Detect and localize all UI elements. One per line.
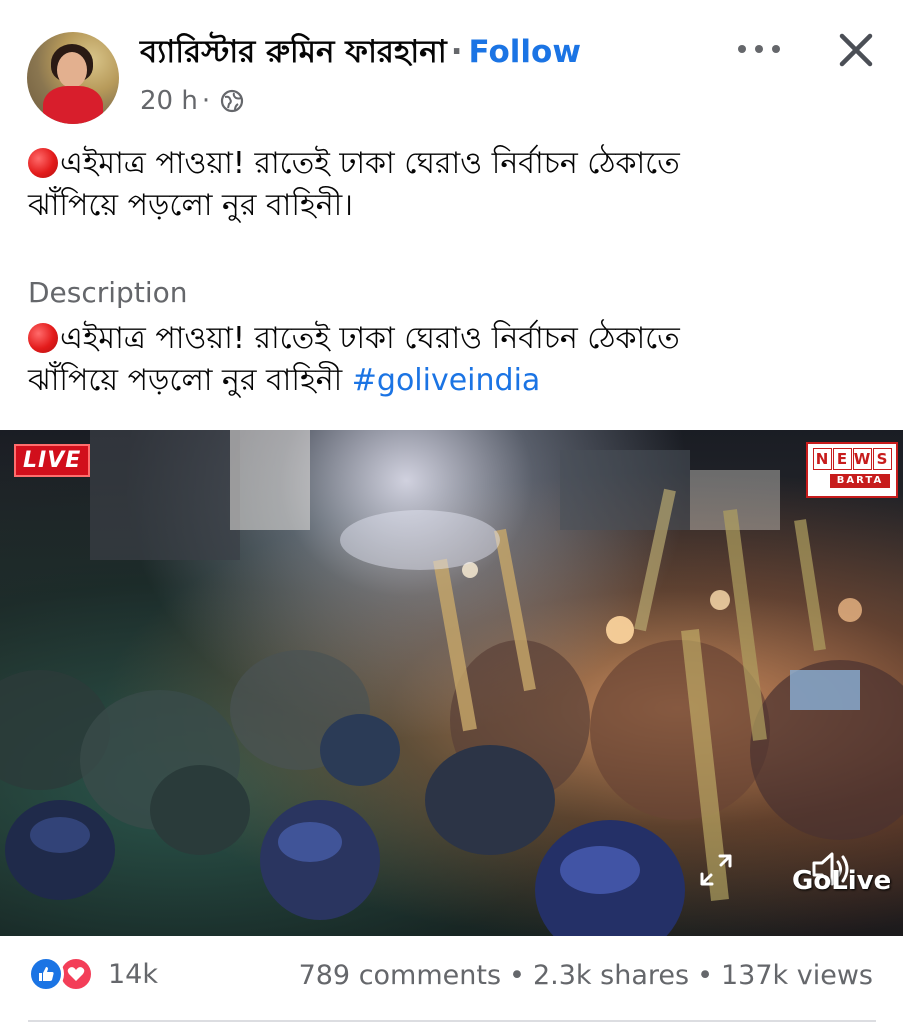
news-barta-logo: N E W S BARTA — [806, 442, 898, 498]
reactions-summary[interactable]: 14k — [28, 956, 158, 992]
post-header: ব্যারিস্টার রুমিন ফারহানা · Follow 20 h · — [0, 0, 903, 125]
expand-icon[interactable] — [696, 850, 736, 890]
stat-separator: • — [697, 960, 713, 991]
close-icon[interactable] — [836, 30, 876, 70]
description-line-2: ঝাঁপিয়ে পড়লো নুর বাহিনী #goliveindia — [28, 363, 541, 398]
more-options-button[interactable] — [738, 34, 780, 64]
post-text: এইমাত্র পাওয়া! রাতেই ঢাকা ঘেরাও নির্বাচ… — [28, 143, 888, 227]
views-count: 137k views — [721, 960, 873, 991]
author-line: ব্যারিস্টার রুমিন ফারহানা · Follow — [140, 28, 581, 80]
separator-dot: · — [450, 34, 463, 70]
shares-count[interactable]: 2.3k shares — [533, 960, 689, 991]
post-meta: 20 h · — [140, 86, 244, 116]
description-label: Description — [28, 276, 188, 309]
footer-divider — [28, 1020, 876, 1022]
more-icon-dot — [738, 45, 746, 53]
post-stats: 789 comments • 2.3k shares • 137k views — [299, 960, 873, 991]
description-text: এইমাত্র পাওয়া! রাতেই ঢাকা ঘেরাও নির্বাচ… — [28, 318, 888, 402]
red-circle-icon — [28, 323, 58, 353]
more-icon-dot — [772, 45, 780, 53]
author-name[interactable]: ব্যারিস্টার রুমিন ফারহানা — [140, 34, 447, 70]
more-icon-dot — [755, 45, 763, 53]
post-text-line-2: ঝাঁপিয়ে পড়লো নুর বাহিনী। — [28, 188, 353, 223]
news-logo-sub: BARTA — [830, 474, 890, 488]
post-time[interactable]: 20 h — [140, 86, 198, 116]
comments-count[interactable]: 789 comments — [299, 960, 501, 991]
description-line-1: এইমাত্র পাওয়া! রাতেই ঢাকা ঘেরাও নির্বাচ… — [28, 318, 888, 360]
meta-separator: · — [201, 86, 211, 116]
live-badge: LIVE — [14, 444, 91, 477]
golive-watermark: GoLive — [792, 866, 892, 896]
reaction-count: 14k — [108, 958, 158, 990]
follow-button[interactable]: Follow — [469, 34, 581, 70]
like-icon — [28, 956, 64, 992]
hashtag-link[interactable]: #goliveindia — [352, 363, 541, 398]
news-logo-letters: N E W S — [808, 444, 896, 470]
globe-icon — [220, 89, 244, 113]
author-avatar[interactable] — [27, 32, 119, 124]
video-frame — [0, 430, 903, 936]
post-footer: 14k 789 comments • 2.3k shares • 137k views — [0, 950, 903, 1010]
video-player[interactable]: LIVE N E W S BARTA GoLive — [0, 430, 903, 936]
red-circle-icon — [28, 148, 58, 178]
stat-separator: • — [509, 960, 525, 991]
post-text-line-1: এইমাত্র পাওয়া! রাতেই ঢাকা ঘেরাও নির্বাচ… — [28, 143, 888, 185]
